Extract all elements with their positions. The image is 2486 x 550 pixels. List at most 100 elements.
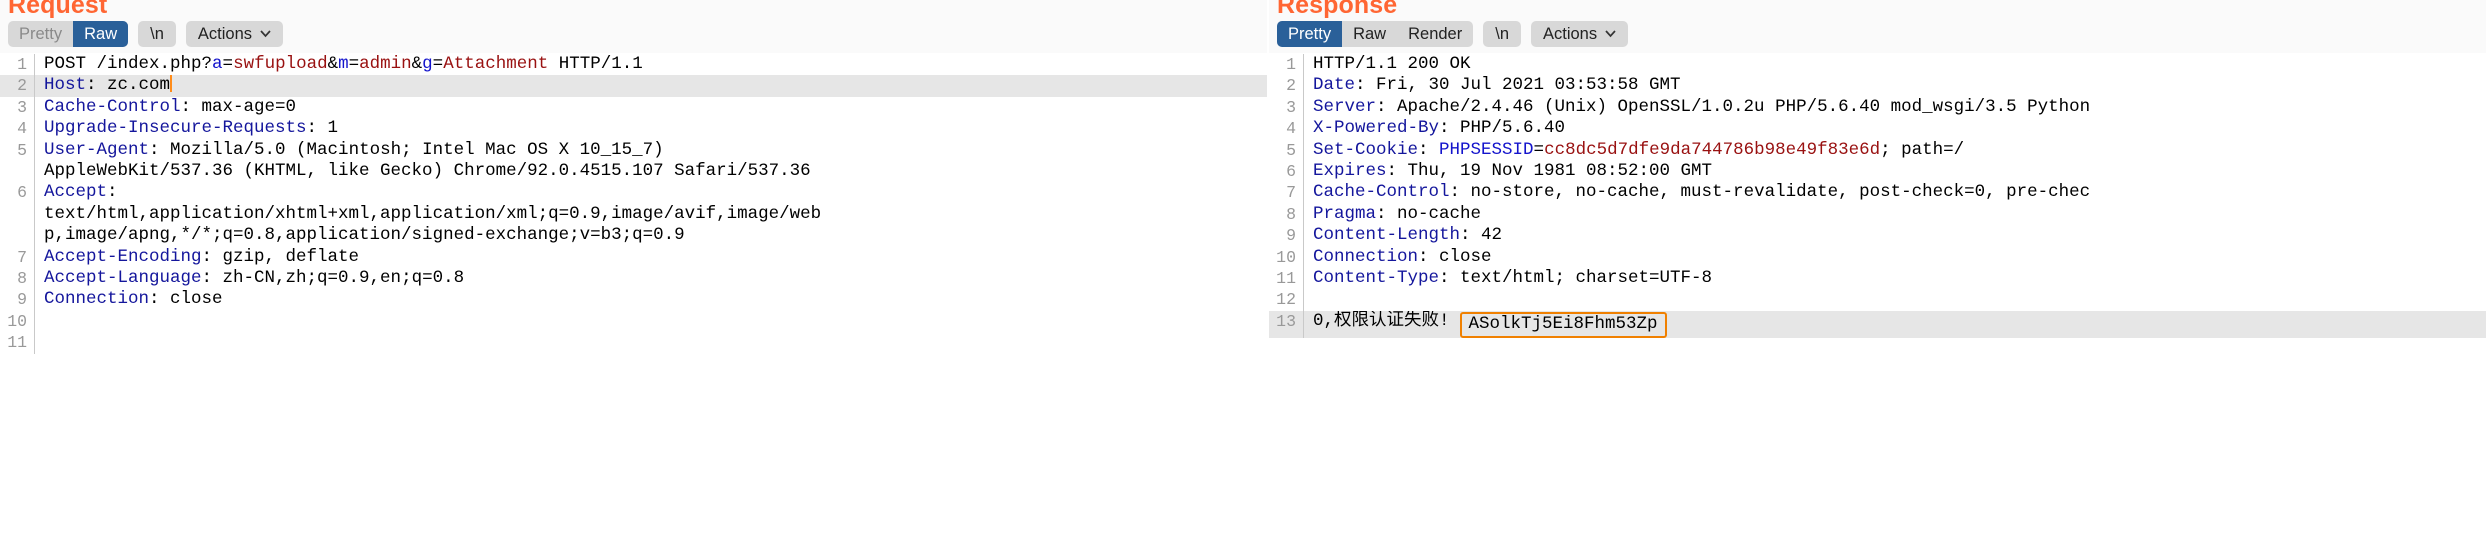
response-editor[interactable]: 1 HTTP/1.1 200 OK 2 Date: Fri, 30 Jul 2021 … — [1268, 53, 2486, 550]
gutter-divider — [34, 332, 35, 354]
response-newline-toggle[interactable]: \n — [1483, 21, 1521, 47]
line-content[interactable]: Accept: — [35, 182, 1267, 203]
code-token: & — [327, 54, 339, 74]
line-content[interactable]: Accept-Language: zh-CN,zh;q=0.9,en;q=0.8 — [35, 268, 1267, 289]
code-token: User-Agent — [44, 139, 150, 160]
line-content[interactable]: AppleWebKit/537.36 (KHTML, like Gecko) C… — [35, 161, 1267, 182]
request-actions-menu[interactable]: Actions — [185, 21, 283, 47]
tab-response-raw[interactable]: Raw — [1342, 21, 1397, 47]
line-number: 6 — [17, 183, 27, 203]
code-line[interactable]: 8 Accept-Language: zh-CN,zh;q=0.9,en;q=0.… — [0, 268, 1267, 290]
code-line[interactable]: 7 Cache-Control: no-store, no-cache, must… — [1269, 182, 2486, 204]
code-token: Content-Length — [1312, 225, 1461, 246]
code-token: = — [348, 54, 360, 74]
request-code-lines[interactable]: 1 POST /index.php?a=swfupload&m=admin&g=A… — [0, 54, 1267, 354]
line-content[interactable]: Pragma: no-cache — [1304, 204, 2486, 225]
line-content[interactable]: Content-Type: text/html; charset=UTF-8 — [1304, 268, 2486, 289]
request-editor[interactable]: 1 POST /index.php?a=swfupload&m=admin&g=A… — [0, 53, 1267, 550]
line-number: 5 — [17, 140, 27, 160]
request-newline-toggle[interactable]: \n — [138, 21, 176, 47]
line-number: 3 — [1286, 97, 1296, 117]
code-line[interactable]: 11 Content-Type: text/html; charset=UTF-8 — [1269, 268, 2486, 290]
line-content[interactable]: HTTP/1.1 200 OK — [1304, 54, 2486, 75]
line-content[interactable]: User-Agent: Mozilla/5.0 (Macintosh; Inte… — [35, 140, 1267, 161]
code-token: : PHP/5.6.40 — [1439, 118, 1566, 139]
code-line[interactable]: 8 Pragma: no-cache — [1269, 203, 2486, 226]
code-line[interactable]: 1 POST /index.php?a=swfupload&m=admin&g=A… — [0, 54, 1267, 76]
code-token: Cache-Control — [44, 96, 181, 117]
code-line[interactable]: 9 Content-Length: 42 — [1269, 225, 2486, 247]
code-line[interactable]: 10 Connection: close — [1269, 246, 2486, 269]
code-line[interactable]: 3 Server: Apache/2.4.46 (Unix) OpenSSL/1.… — [1269, 96, 2486, 119]
request-newline-label[interactable]: \n — [138, 26, 176, 43]
line-content[interactable]: text/html,application/xhtml+xml,applicat… — [35, 204, 1267, 225]
code-line[interactable]: 6 Accept: — [0, 182, 1267, 204]
code-line[interactable]: text/html,application/xhtml+xml,applicat… — [0, 203, 1267, 226]
code-token: : zc.com — [86, 75, 171, 96]
code-line[interactable]: 6 Expires: Thu, 19 Nov 1981 08:52:00 GMT — [1269, 161, 2486, 183]
line-content[interactable]: Expires: Thu, 19 Nov 1981 08:52:00 GMT — [1304, 161, 2486, 182]
tab-response-pretty[interactable]: Pretty — [1276, 21, 1343, 47]
line-number: 10 — [7, 311, 27, 331]
line-content[interactable]: Connection: close — [35, 289, 1267, 310]
response-code-lines[interactable]: 1 HTTP/1.1 200 OK 2 Date: Fri, 30 Jul 2021 … — [1268, 54, 2486, 338]
code-line[interactable]: 13 0,权限认证失败! ASolkTj5Ei8Fhm53Zp — [1268, 310, 2486, 338]
code-token: Cache-Control — [1312, 182, 1450, 203]
code-token: : 42 — [1460, 225, 1503, 246]
code-line[interactable]: 1 HTTP/1.1 200 OK — [1269, 54, 2486, 76]
line-number: 13 — [1276, 311, 1296, 331]
code-line[interactable]: 2 Host: zc.com — [0, 75, 1267, 97]
code-line[interactable]: p,image/apng,*/*;q=0.8,application/signe… — [0, 225, 1267, 247]
code-line[interactable]: 5 User-Agent: Mozilla/5.0 (Macintosh; Int… — [0, 139, 1267, 162]
response-actions-menu[interactable]: Actions — [1531, 21, 1629, 47]
line-content[interactable]: Upgrade-Insecure-Requests: 1 — [35, 118, 1267, 139]
tab-response-render[interactable]: Render — [1397, 21, 1473, 47]
line-content[interactable]: Content-Length: 42 — [1304, 225, 2486, 246]
code-line[interactable]: AppleWebKit/537.36 (KHTML, like Gecko) C… — [0, 161, 1267, 183]
line-number: 11 — [7, 333, 27, 353]
code-token: a — [212, 54, 223, 74]
code-token: X-Powered-By — [1312, 118, 1440, 139]
line-content[interactable]: POST /index.php?a=swfupload&m=admin&g=At… — [35, 54, 1267, 75]
code-token: = — [1533, 139, 1545, 160]
response-actions-label: Actions — [1543, 24, 1598, 43]
line-number: 7 — [1286, 183, 1296, 203]
code-line[interactable]: 11 — [0, 332, 1267, 354]
line-content[interactable]: Date: Fri, 30 Jul 2021 03:53:58 GMT — [1304, 75, 2486, 96]
line-content[interactable]: Accept-Encoding: gzip, deflate — [35, 247, 1267, 268]
code-token: : Fri, 30 Jul 2021 03:53:58 GMT — [1355, 75, 1681, 96]
chevron-down-icon — [1605, 28, 1616, 39]
request-view-tabs[interactable]: Pretty Raw — [8, 21, 129, 47]
code-line[interactable]: 4 Upgrade-Insecure-Requests: 1 — [0, 118, 1267, 140]
code-token: Server — [1312, 96, 1376, 117]
line-content[interactable]: p,image/apng,*/*;q=0.8,application/signe… — [35, 225, 1267, 246]
line-content[interactable]: Set-Cookie: PHPSESSID=cc8dc5d7dfe9da7447… — [1304, 140, 2486, 161]
code-line[interactable]: 4 X-Powered-By: PHP/5.6.40 — [1269, 118, 2486, 140]
line-content[interactable]: Cache-Control: max-age=0 — [35, 97, 1267, 118]
code-token: 0,权限认证失败! — [1312, 310, 1450, 331]
code-line[interactable]: 12 — [1269, 289, 2486, 311]
line-number: 7 — [17, 247, 27, 267]
line-content[interactable]: X-Powered-By: PHP/5.6.40 — [1304, 118, 2486, 139]
code-line[interactable]: 9 Connection: close — [0, 289, 1267, 311]
line-number: 1 — [1286, 55, 1296, 74]
code-token: HTTP/1.1 — [548, 54, 643, 74]
line-content[interactable]: Cache-Control: no-store, no-cache, must-… — [1304, 182, 2486, 203]
code-line[interactable]: 2 Date: Fri, 30 Jul 2021 03:53:58 GMT — [1269, 75, 2486, 97]
tab-request-raw[interactable]: Raw — [73, 21, 129, 47]
line-content[interactable]: Host: zc.com — [35, 75, 1267, 96]
line-content[interactable]: Server: Apache/2.4.46 (Unix) OpenSSL/1.0… — [1304, 97, 2486, 118]
response-view-tabs[interactable]: Pretty Raw Render — [1276, 21, 1474, 47]
code-line[interactable]: 5 Set-Cookie: PHPSESSID=cc8dc5d7dfe9da744… — [1269, 139, 2486, 162]
tab-request-pretty[interactable]: Pretty — [8, 21, 73, 47]
line-content[interactable]: Connection: close — [1304, 247, 2486, 268]
code-token: Attachment — [443, 54, 549, 74]
code-line[interactable]: 3 Cache-Control: max-age=0 — [0, 96, 1267, 119]
code-line[interactable]: 7 Accept-Encoding: gzip, deflate — [0, 246, 1267, 269]
line-content[interactable]: 0,权限认证失败! ASolkTj5Ei8Fhm53Zp — [1304, 311, 2486, 338]
code-line[interactable]: 10 — [0, 310, 1267, 333]
response-newline-label[interactable]: \n — [1483, 26, 1521, 43]
code-token: = — [432, 54, 444, 74]
code-token: : Apache/2.4.46 (Unix) OpenSSL/1.0.2u PH… — [1376, 96, 2091, 117]
line-number: 8 — [1286, 204, 1296, 224]
